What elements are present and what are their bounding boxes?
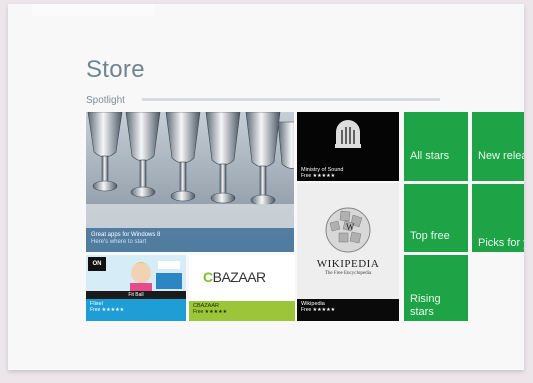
app-tile-cbazaar[interactable]: CBAZAAR CBAZAAR Free ★★★★★ (189, 255, 295, 321)
category-label: All stars (410, 150, 450, 162)
category-label: Picks for you (478, 237, 524, 249)
hero-title: Great apps for Windows 8 (91, 232, 161, 238)
section-heading: Spotlight (86, 95, 125, 106)
app-tile-info: Flixel Free ★★★★★ (86, 299, 186, 321)
category-label: New releases (478, 150, 524, 162)
page-title: Store (86, 56, 145, 83)
app-tile-info: Ministry of Sound Free ★★★★★ (297, 165, 399, 181)
hero-subtitle: Here's where to start (91, 239, 147, 245)
app-tile-flixel[interactable]: ON Fit Ball Flixel Free ★★★★★ (86, 255, 186, 321)
fit-ball-banner: Fit Ball (86, 291, 186, 299)
section-divider (142, 98, 440, 101)
app-tile-ministry-of-sound[interactable]: Ministry of Sound Free ★★★★★ (297, 112, 399, 181)
wikipedia-globe-icon: W (325, 207, 371, 253)
store-window: Store Spotlight Great apps for Windows 8… (8, 4, 524, 370)
hero-caption: Great apps for Windows 8 Here's where to… (86, 228, 294, 252)
cbazaar-logo-text: BAZAAR (212, 269, 267, 285)
app-price-rating: Free ★★★★★ (90, 307, 125, 313)
category-tile-rising-stars[interactable]: Rising stars (404, 255, 468, 321)
cbazaar-logo-mark: C (203, 269, 213, 285)
wikipedia-tagline: The Free Encyclopedia (324, 271, 372, 276)
cbazaar-logo: CBAZAAR (203, 269, 266, 285)
category-label: Rising stars (410, 293, 441, 318)
app-price-rating: Free ★★★★★ (193, 309, 228, 315)
category-tile-all-stars[interactable]: All stars (404, 112, 468, 181)
app-tile-info: Wikipedia Free ★★★★★ (297, 299, 399, 321)
category-tile-picks-for-you[interactable]: Picks for you (472, 184, 524, 252)
ministry-of-sound-logo-icon (335, 120, 361, 148)
app-price-rating: Free ★★★★★ (301, 307, 336, 313)
wikipedia-wordmark: WIKIPEDIA (316, 258, 380, 270)
category-label: Top free (410, 230, 450, 242)
category-tile-top-free[interactable]: Top free (404, 184, 468, 252)
app-price-rating: Free ★★★★★ (301, 173, 336, 179)
category-tile-new-releases[interactable]: New releases (472, 112, 524, 181)
window-edge (32, 4, 154, 16)
app-tile-wikipedia[interactable]: W WIKIPEDIA The Free Encyclopedia Wikipe… (297, 183, 399, 321)
app-tile-info: CBAZAAR Free ★★★★★ (189, 301, 295, 321)
hero-tile[interactable]: Great apps for Windows 8 Here's where to… (86, 112, 294, 252)
on-badge: ON (88, 257, 106, 271)
svg-text:W: W (346, 222, 355, 232)
